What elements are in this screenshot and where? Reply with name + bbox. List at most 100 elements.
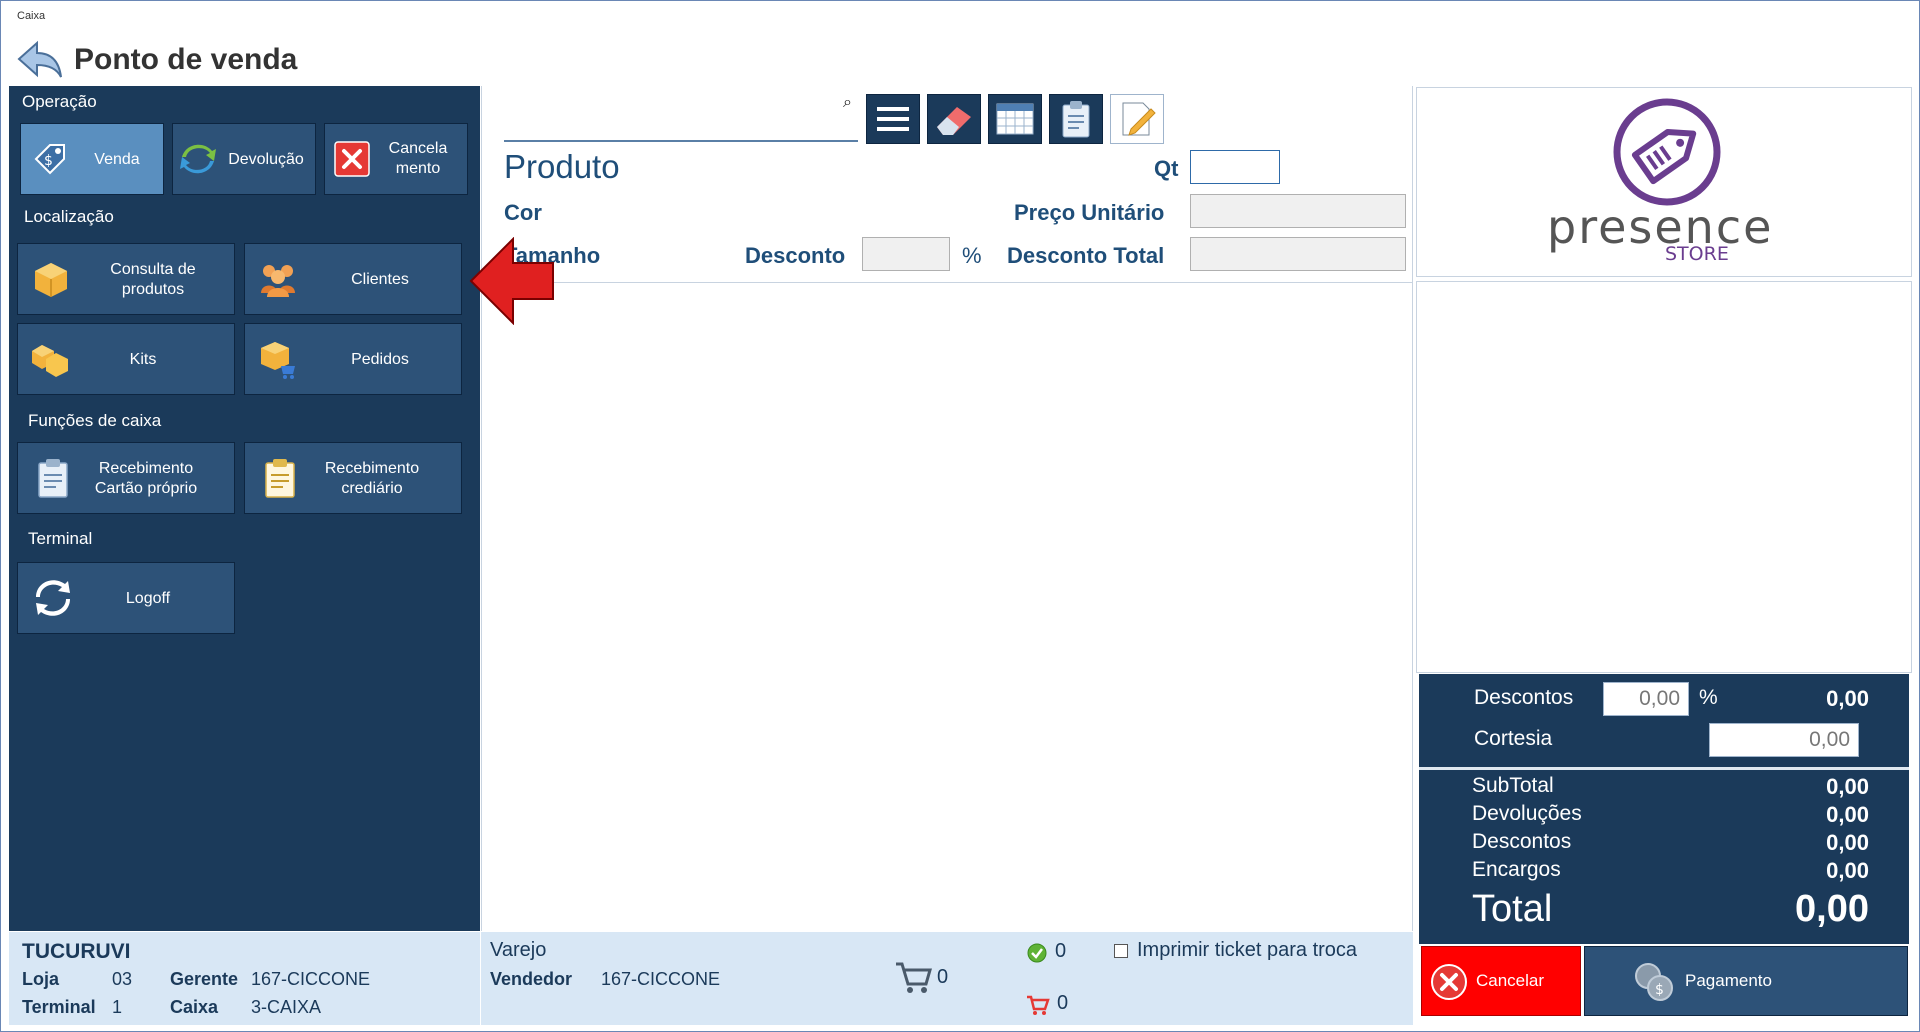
edit-note-button[interactable] (1110, 94, 1164, 144)
sale-info-footer: Varejo Vendedor 167-CICCONE 0 0 0 Imprim… (481, 932, 1413, 1025)
logo-sub: STORE (1665, 243, 1729, 265)
search-box: ⌕ (504, 90, 858, 142)
encargos-value: 0,00 (1826, 858, 1869, 883)
cortesia-label: Cortesia (1474, 727, 1553, 750)
pedidos-button[interactable]: Pedidos (244, 323, 462, 395)
check-circle-icon (1027, 943, 1047, 963)
descontos-input[interactable] (1604, 683, 1688, 715)
store-name: TUCURUVI (22, 940, 131, 963)
qt-field[interactable] (1190, 150, 1280, 184)
pedidos-label: Pedidos (351, 351, 409, 368)
total-label: Total (1472, 888, 1553, 930)
eraser-icon (937, 107, 971, 135)
qt-label: Qt (1154, 156, 1179, 181)
descontos-label: Descontos (1474, 686, 1574, 709)
subtotal-label: SubTotal (1472, 774, 1554, 797)
title-bar: Caixa (1, 1, 1919, 31)
vendedor-label: Vendedor (490, 969, 573, 989)
svg-text:$: $ (1655, 982, 1664, 998)
preco-unitario-input (1191, 195, 1405, 227)
cart2-count: 0 (1057, 992, 1069, 1014)
devolucoes-label: Devoluções (1472, 802, 1582, 825)
product-image-area (1416, 281, 1912, 673)
clipboard-icon (259, 457, 301, 499)
recebimento-cartao-label: Recebimento Cartão próprio (94, 460, 198, 497)
clipboard-icon (1062, 101, 1090, 138)
logoff-button[interactable]: Logoff (17, 562, 235, 634)
subtotal-value: 0,00 (1826, 774, 1869, 799)
venda-button[interactable]: $ Venda (20, 123, 164, 195)
devolucao-label: Devolução (228, 151, 304, 168)
search-icon[interactable]: ⌕ (843, 94, 852, 112)
encargos-label: Encargos (1472, 858, 1561, 881)
boxes-icon (30, 338, 72, 380)
store-logo: presence STORE (1416, 87, 1912, 277)
cortesia-field[interactable] (1709, 723, 1859, 757)
cancelar-button[interactable]: Cancelar (1421, 946, 1581, 1016)
pos-window: Caixa Ponto de venda Operação $ Venda De… (0, 0, 1920, 1032)
desconto-total-field (1190, 237, 1406, 271)
pagamento-button[interactable]: $ Pagamento (1584, 946, 1908, 1016)
venda-label: Venda (94, 151, 140, 168)
desconto-input[interactable] (863, 238, 949, 270)
logoff-label: Logoff (125, 590, 171, 607)
print-ticket-checkbox[interactable] (1114, 944, 1128, 958)
cart-red-icon (1027, 995, 1050, 1015)
section-localizacao: Localização (24, 207, 114, 226)
caixa-label: Caixa (170, 997, 219, 1017)
eraser-button[interactable] (927, 94, 981, 144)
qt-input[interactable] (1191, 151, 1279, 183)
descontos-summary-value: 0,00 (1826, 830, 1869, 855)
kits-label: Kits (129, 351, 157, 368)
total-value: 0,00 (1795, 888, 1869, 930)
terminal-label: Terminal (22, 997, 96, 1017)
descontos-percent: % (1699, 686, 1718, 709)
grid-button[interactable] (988, 94, 1042, 144)
red-pointer-arrow (469, 237, 554, 325)
store-info-footer: TUCURUVI Loja 03 Gerente 167-CICCONE Ter… (9, 932, 480, 1025)
clientes-button[interactable]: Clientes (244, 243, 462, 315)
clipboard-icon (32, 457, 74, 499)
recebimento-crediario-button[interactable]: Recebimento crediário (244, 442, 462, 514)
devolucao-button[interactable]: Devolução (172, 123, 316, 195)
hamburger-menu-icon (877, 107, 909, 131)
users-icon (257, 258, 299, 300)
shopping-cart-icon[interactable] (894, 960, 934, 996)
cancel-circle-icon (1431, 964, 1467, 1000)
loja-value: 03 (112, 969, 133, 989)
back-arrow-icon[interactable] (15, 39, 65, 81)
window-title: Caixa (17, 10, 46, 22)
print-ticket-label: Imprimir ticket para troca (1137, 939, 1358, 961)
preco-unitario-label: Preço Unitário (1014, 200, 1165, 225)
cancelamento-label: Cancela mento (388, 140, 448, 177)
section-funcoes-caixa: Funções de caixa (28, 411, 162, 430)
desconto-percent: % (962, 243, 982, 268)
sale-mode: Varejo (490, 939, 547, 961)
pagamento-label: Pagamento (1685, 971, 1772, 990)
cart-count: 0 (937, 966, 949, 988)
recebimento-cartao-button[interactable]: Recebimento Cartão próprio (17, 442, 235, 514)
preco-unitario-field (1190, 194, 1406, 228)
desconto-field[interactable] (862, 237, 950, 271)
product-panel: ⌕ Produto Qt Cor Preço Unitário Tamanho … (481, 86, 1413, 931)
search-input[interactable] (504, 98, 834, 134)
produto-label: Produto (504, 148, 620, 185)
cortesia-input[interactable] (1710, 724, 1858, 756)
totals-divider (1419, 767, 1909, 770)
kits-button[interactable]: Kits (17, 323, 235, 395)
descontos-value: 0,00 (1826, 686, 1869, 711)
clipboard-button[interactable] (1049, 94, 1103, 144)
descontos-field[interactable] (1603, 682, 1689, 716)
vendedor-value: 167-CICCONE (601, 969, 721, 989)
box-cart-icon (257, 338, 299, 380)
cancelar-label: Cancelar (1476, 971, 1545, 990)
cancelamento-button[interactable]: Cancela mento (324, 123, 468, 195)
gerente-label: Gerente (170, 969, 239, 989)
totals-panel: Descontos % 0,00 Cortesia SubTotal 0,00 … (1419, 674, 1909, 944)
cor-label: Cor (504, 200, 542, 225)
menu-button[interactable] (866, 94, 920, 144)
consulta-produtos-button[interactable]: Consulta de produtos (17, 243, 235, 315)
refresh-arrows-icon (177, 138, 219, 180)
descontos-summary-label: Descontos (1472, 830, 1572, 853)
items-list[interactable] (482, 283, 1412, 930)
